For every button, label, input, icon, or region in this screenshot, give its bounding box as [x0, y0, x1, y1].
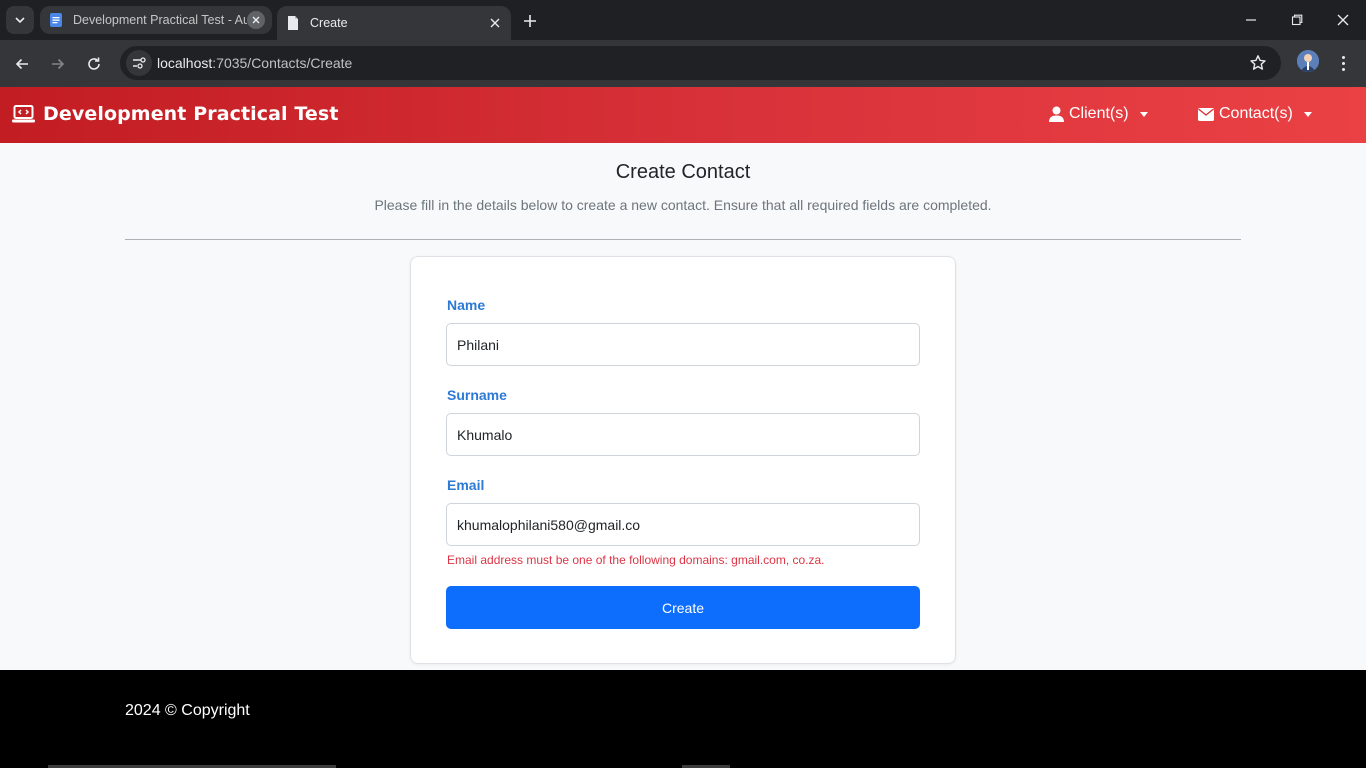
- page-title: Create Contact: [615, 161, 751, 183]
- arrow-right-icon: [52, 58, 65, 70]
- page-subtitle: Please fill in the details below to crea…: [374, 197, 992, 213]
- plus-icon: [524, 15, 536, 27]
- laptop-code-icon: [12, 105, 35, 123]
- restore-icon: [1291, 14, 1303, 26]
- back-button[interactable]: [8, 50, 36, 78]
- contacts-dropdown-label: Contact(s): [1219, 105, 1293, 122]
- divider: [125, 239, 1241, 240]
- tab-search-button[interactable]: [6, 6, 34, 34]
- browser-tab-create[interactable]: Create: [277, 6, 511, 40]
- tab-title: Development Practical Test - Au: [73, 13, 247, 27]
- reload-icon: [88, 57, 100, 70]
- surname-input[interactable]: [446, 413, 920, 456]
- arrow-left-icon: [15, 58, 28, 70]
- chevron-down-icon: [15, 17, 25, 24]
- close-window-button[interactable]: [1320, 0, 1366, 40]
- contacts-dropdown[interactable]: Contact(s): [1198, 105, 1312, 123]
- profile-avatar[interactable]: [1297, 50, 1319, 72]
- name-label: Name: [447, 297, 486, 313]
- reload-button[interactable]: [80, 50, 108, 78]
- create-button[interactable]: Create: [446, 586, 920, 629]
- footer: 2024 © Copyright: [0, 670, 1366, 768]
- caret-down-icon: [1139, 111, 1148, 117]
- page-icon: [288, 16, 298, 30]
- user-icon: [1049, 106, 1064, 122]
- envelope-icon: [1198, 107, 1214, 121]
- url-path: :7035/Contacts/Create: [212, 55, 353, 71]
- email-validation-error: Email address must be one of the followi…: [447, 553, 825, 567]
- tab-close-icon[interactable]: [247, 11, 265, 29]
- url-host: localhost: [157, 55, 213, 71]
- restore-button[interactable]: [1274, 0, 1320, 40]
- bookmark-star-icon[interactable]: [1249, 54, 1267, 72]
- tab-close-icon[interactable]: [486, 14, 504, 32]
- browser-menu-icon[interactable]: [1333, 52, 1353, 74]
- address-bar[interactable]: localhost:7035/Contacts/Create: [120, 46, 1281, 80]
- docs-icon: [50, 13, 62, 27]
- tab-title: Create: [310, 16, 348, 30]
- clients-dropdown-label: Client(s): [1069, 105, 1129, 122]
- site-info-icon[interactable]: [126, 50, 152, 76]
- url-text: localhost:7035/Contacts/Create: [157, 55, 352, 71]
- email-input[interactable]: [446, 503, 920, 546]
- new-tab-button[interactable]: [518, 10, 542, 32]
- clients-dropdown[interactable]: Client(s): [1049, 105, 1148, 123]
- app-navbar: Development Practical Test Client(s) Con…: [0, 87, 1366, 143]
- brand-title: Development Practical Test: [43, 103, 339, 125]
- browser-toolbar: localhost:7035/Contacts/Create: [0, 40, 1366, 87]
- close-icon: [1337, 14, 1349, 26]
- brand-link[interactable]: Development Practical Test: [12, 103, 339, 125]
- browser-tab-docs[interactable]: Development Practical Test - Au: [40, 6, 272, 34]
- email-label: Email: [447, 477, 485, 493]
- minimize-icon: [1246, 19, 1256, 21]
- create-contact-form: Name Surname Email Email address must be…: [410, 256, 956, 664]
- name-input[interactable]: [446, 323, 920, 366]
- caret-down-icon: [1303, 111, 1312, 117]
- surname-label: Surname: [447, 387, 507, 403]
- forward-button[interactable]: [44, 50, 72, 78]
- footer-copyright: 2024 © Copyright: [125, 702, 250, 719]
- browser-tab-strip: Development Practical Test - Au Create: [0, 0, 1366, 40]
- minimize-button[interactable]: [1228, 0, 1274, 40]
